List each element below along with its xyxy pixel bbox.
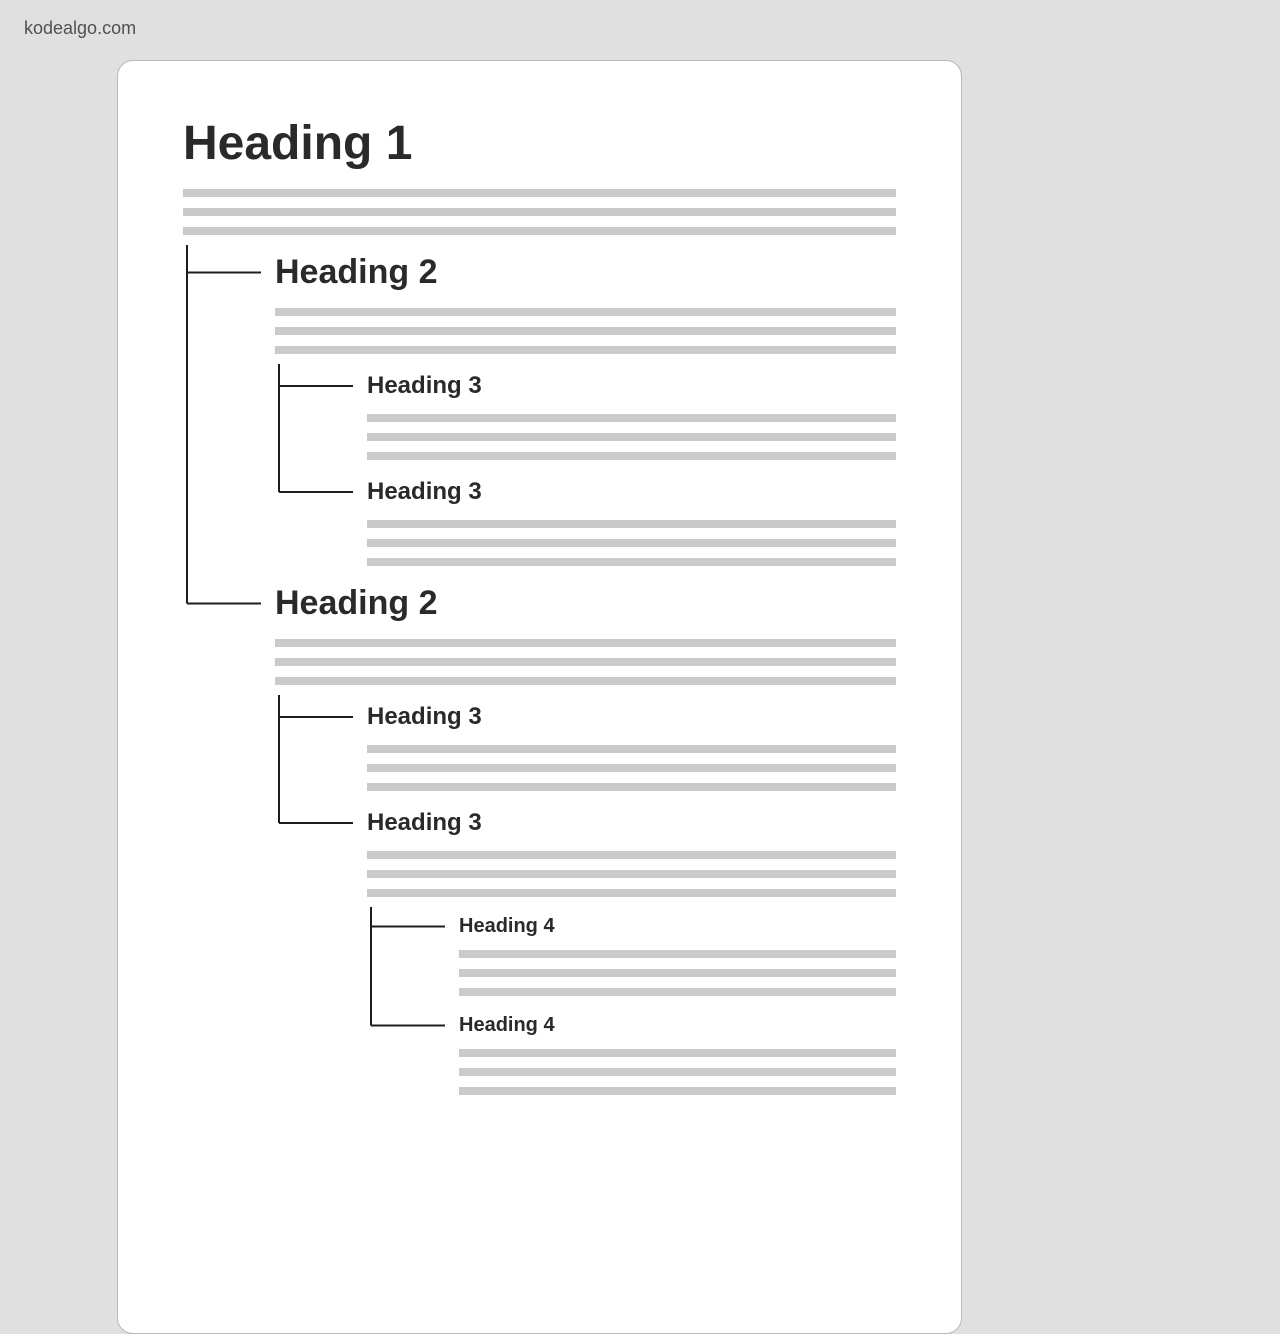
document-page: Heading 1 Heading 2 Heading 3 (117, 60, 962, 1334)
watermark: kodealgo.com (24, 18, 136, 39)
heading-3: Heading 3 (367, 809, 896, 837)
placeholder-text (367, 851, 896, 897)
placeholder-text (459, 950, 896, 996)
heading-1: Heading 1 (183, 116, 896, 171)
heading-3: Heading 3 (367, 478, 896, 506)
heading-4: Heading 4 (459, 1014, 896, 1037)
heading-4: Heading 4 (459, 915, 896, 938)
heading-2: Heading 2 (275, 584, 896, 623)
placeholder-text (367, 520, 896, 566)
placeholder-text (367, 414, 896, 460)
placeholder-text (275, 308, 896, 354)
placeholder-text (275, 639, 896, 685)
placeholder-text (367, 745, 896, 791)
heading-3: Heading 3 (367, 703, 896, 731)
placeholder-text (183, 189, 896, 235)
placeholder-text (459, 1049, 896, 1095)
heading-3: Heading 3 (367, 372, 896, 400)
heading-2: Heading 2 (275, 253, 896, 292)
